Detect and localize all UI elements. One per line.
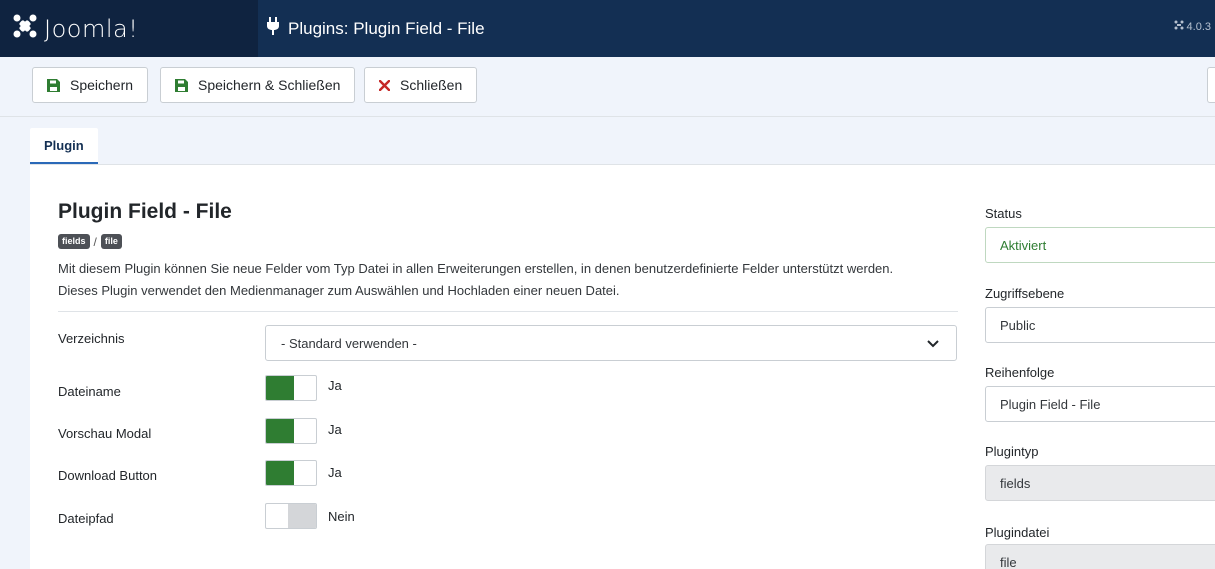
page-title: Plugins: Plugin Field - File [288,18,485,38]
plugin-type-value: fields [1000,475,1031,491]
tag-group: fields [58,234,90,249]
version-badge: 4.0.3 [1174,20,1211,33]
filename-label: Dateiname [58,384,121,399]
chevron-down-icon [926,336,940,353]
plugin-type-field: fields [985,465,1215,501]
preview-modal-toggle[interactable] [265,418,317,444]
directory-label: Verzeichnis [58,331,125,346]
joomla-logo-icon [12,13,38,44]
access-select[interactable]: Public [985,307,1215,343]
plugin-file-field: file [985,544,1215,569]
preview-modal-label: Vorschau Modal [58,426,152,441]
save-icon [47,78,60,92]
close-button-label: Schließen [400,77,463,93]
plugin-title: Plugin Field - File [58,200,232,223]
divider [58,311,958,312]
preview-modal-toggle-state: Ja [328,422,342,437]
page-title-wrap: Plugins: Plugin Field - File [266,0,485,57]
filepath-toggle-state: Nein [328,509,355,524]
toolbar: Speichern Speichern & Schließen Schließe… [0,57,1215,117]
plugin-description: Mit diesem Plugin können Sie neue Felder… [58,258,958,302]
access-value: Public [1000,317,1036,333]
help-button-partial[interactable] [1207,67,1215,103]
joomla-small-icon [1174,20,1184,33]
download-button-toggle-state: Ja [328,465,342,480]
save-icon [175,78,188,92]
top-header: Joomla! Plugins: Plugin Field - File 4.0… [0,0,1215,57]
status-label: Status [985,206,1022,221]
save-button-label: Speichern [70,77,134,93]
plugin-tags: fields / file [58,234,122,249]
logo[interactable]: Joomla! [0,0,258,57]
tab-bar [0,117,1215,165]
filename-toggle-state: Ja [328,378,342,393]
save-button[interactable]: Speichern [32,67,149,103]
plugin-type-label: Plugintyp [985,444,1039,459]
toggle-on-segment [266,461,294,485]
tag-element: file [100,234,122,249]
tag-separator: / [93,234,97,249]
plug-icon [266,17,280,40]
toggle-off-segment [288,504,316,528]
toggle-on-segment [266,419,294,443]
filename-toggle[interactable] [265,375,317,401]
download-button-label: Download Button [58,468,158,483]
tab-divider [30,164,1215,165]
close-icon [379,79,390,91]
toggle-on-segment [266,376,294,400]
tab-plugin[interactable]: Plugin [30,128,98,165]
access-label: Zugriffsebene [985,286,1065,301]
plugin-file-label: Plugindatei [985,525,1050,540]
version-text: 4.0.3 [1186,20,1211,33]
ordering-select[interactable]: Plugin Field - File [985,386,1215,422]
download-button-toggle[interactable] [265,460,317,486]
directory-select-value: - Standard verwenden - [281,335,417,351]
filepath-label: Dateipfad [58,511,114,526]
directory-select[interactable]: - Standard verwenden - [265,325,957,361]
ordering-label: Reihenfolge [985,365,1055,380]
save-close-button-label: Speichern & Schließen [198,77,341,93]
description-line: Mit diesem Plugin können Sie neue Felder… [58,261,894,276]
filepath-toggle[interactable] [265,503,317,529]
description-line: Dieses Plugin verwendet den Medienmanage… [58,283,620,298]
status-select[interactable]: Aktiviert [985,227,1215,263]
save-close-button[interactable]: Speichern & Schließen [160,67,356,103]
plugin-file-value: file [1000,554,1017,569]
logo-text: Joomla! [44,14,139,43]
status-value: Aktiviert [1000,237,1047,253]
close-button[interactable]: Schließen [364,67,478,103]
ordering-value: Plugin Field - File [1000,396,1101,412]
